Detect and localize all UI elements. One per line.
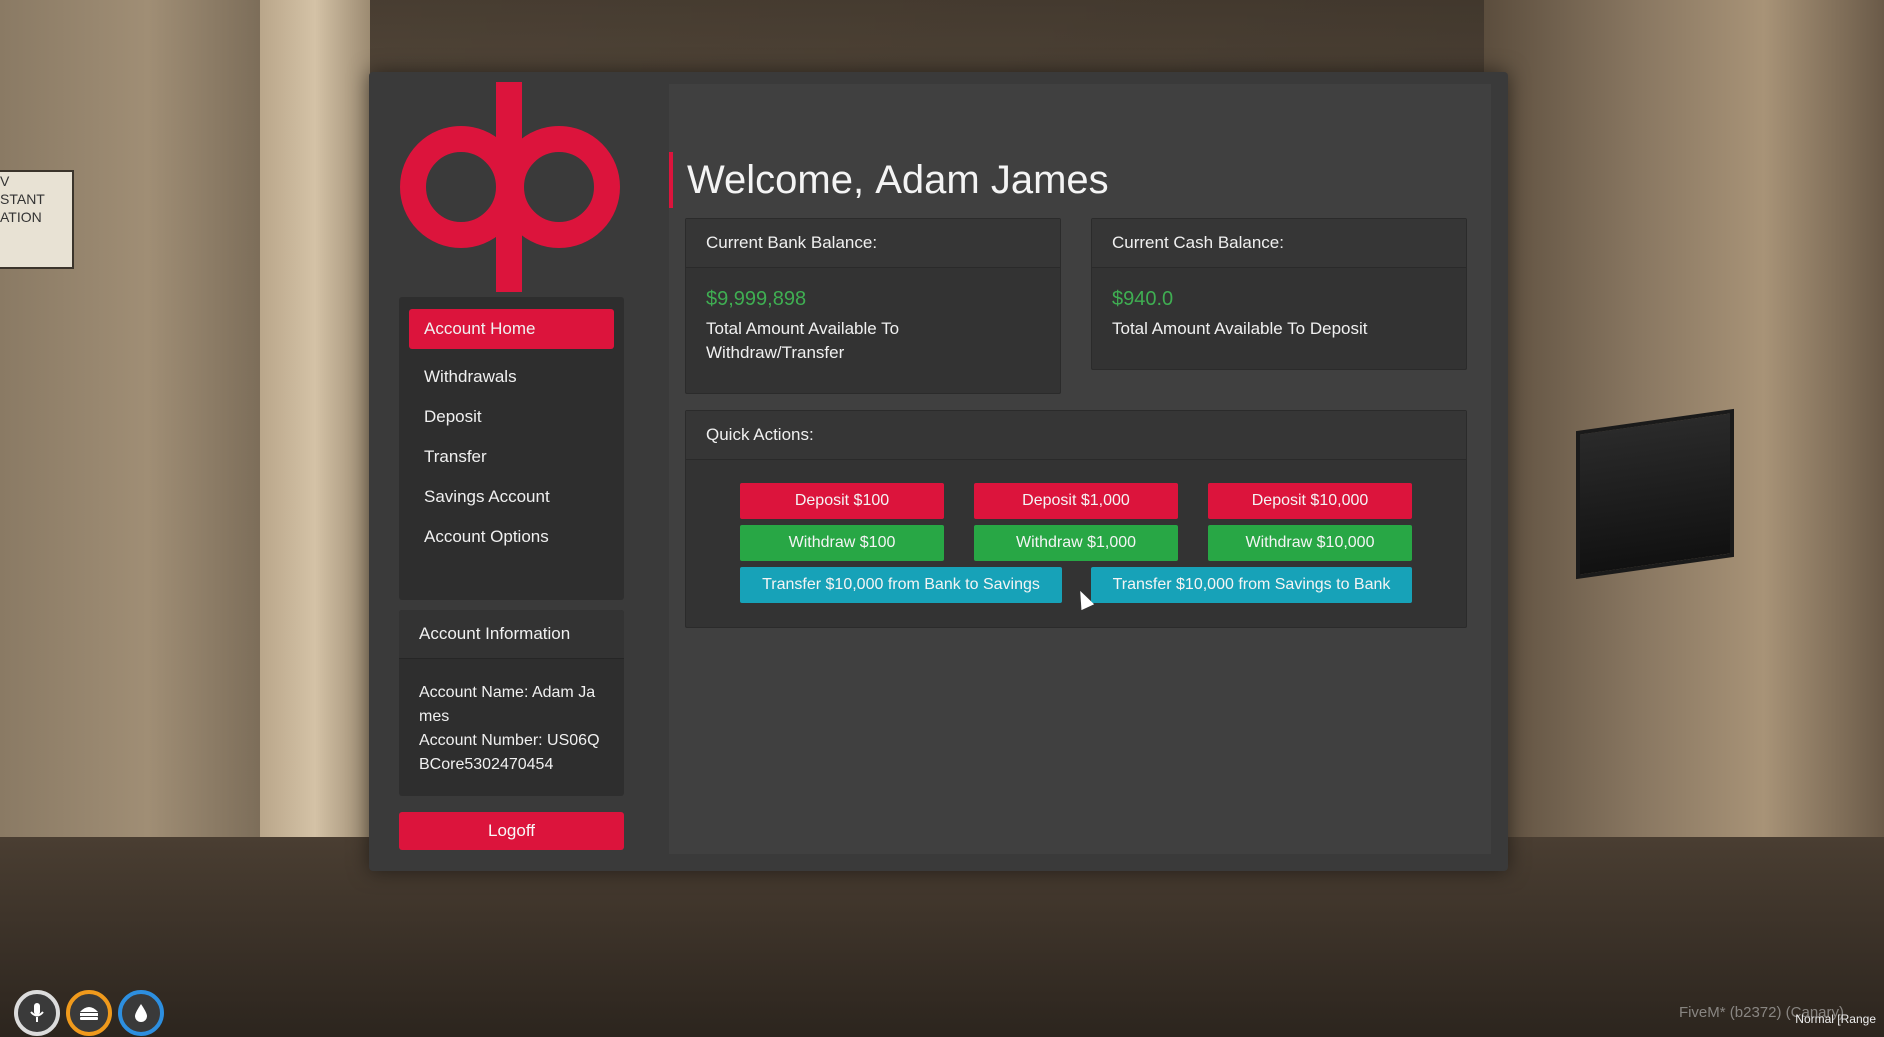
sign-line: STANT bbox=[0, 191, 45, 207]
water-drop-icon bbox=[118, 990, 164, 1036]
cash-balance-subtitle: Total Amount Available To Deposit bbox=[1112, 319, 1368, 338]
withdraw-1000-button[interactable]: Withdraw $1,000 bbox=[974, 525, 1178, 561]
deposit-10000-button[interactable]: Deposit $10,000 bbox=[1208, 483, 1412, 519]
sidebar-item-transfer[interactable]: Transfer bbox=[409, 437, 614, 477]
account-information-title: Account Information bbox=[399, 610, 624, 659]
sign-line: ATION bbox=[0, 209, 42, 225]
deposit-1000-button[interactable]: Deposit $1,000 bbox=[974, 483, 1178, 519]
account-name: Account Name: Adam James bbox=[419, 684, 596, 725]
microphone-icon bbox=[14, 990, 60, 1036]
account-information-card: Account Information Account Name: Adam J… bbox=[399, 610, 624, 796]
quick-actions-title: Quick Actions: bbox=[686, 411, 1466, 460]
welcome-prefix: Welcome, bbox=[687, 158, 865, 202]
main-content: Welcome, Adam James Current Bank Balance… bbox=[669, 84, 1491, 854]
sidebar-item-account-home[interactable]: Account Home bbox=[409, 309, 614, 349]
bank-balance-card: Current Bank Balance: $9,999,898 Total A… bbox=[685, 218, 1061, 394]
sign-line: V bbox=[0, 173, 10, 189]
bank-balance-amount: $9,999,898 bbox=[706, 288, 807, 310]
sidebar-nav: Account Home Withdrawals Deposit Transfe… bbox=[399, 297, 624, 600]
transfer-to-savings-button[interactable]: Transfer $10,000 from Bank to Savings bbox=[740, 567, 1062, 603]
transfer-to-bank-button[interactable]: Transfer $10,000 from Savings to Bank bbox=[1091, 567, 1412, 603]
page-title: Welcome, Adam James bbox=[669, 152, 1109, 208]
deposit-100-button[interactable]: Deposit $100 bbox=[740, 483, 944, 519]
welcome-user-name: Adam James bbox=[875, 158, 1109, 202]
sidebar-item-savings-account[interactable]: Savings Account bbox=[409, 477, 614, 517]
cash-balance-amount: $940.0 bbox=[1112, 288, 1174, 310]
cash-balance-card: Current Cash Balance: $940.0 Total Amoun… bbox=[1091, 218, 1467, 370]
background-pillar-highlight bbox=[260, 0, 370, 900]
withdraw-10000-button[interactable]: Withdraw $10,000 bbox=[1208, 525, 1412, 561]
account-information-body: Account Name: Adam James Account Number:… bbox=[399, 659, 624, 777]
logoff-button[interactable]: Logoff bbox=[399, 812, 624, 850]
bank-balance-title: Current Bank Balance: bbox=[686, 219, 1060, 268]
qb-logo bbox=[400, 82, 620, 292]
background-sign: V STANT ATION bbox=[0, 170, 74, 269]
background-monitor bbox=[1576, 408, 1734, 580]
voice-range-badge: Normal [Range bbox=[1795, 1012, 1876, 1026]
sidebar-item-deposit[interactable]: Deposit bbox=[409, 397, 614, 437]
burger-icon bbox=[66, 990, 112, 1036]
banking-panel: Account Home Withdrawals Deposit Transfe… bbox=[369, 72, 1508, 871]
player-hud bbox=[14, 990, 164, 1036]
sidebar-item-account-options[interactable]: Account Options bbox=[409, 517, 614, 557]
withdraw-100-button[interactable]: Withdraw $100 bbox=[740, 525, 944, 561]
account-number: Account Number: US06QBCore5302470454 bbox=[419, 732, 600, 773]
sidebar-item-withdrawals[interactable]: Withdrawals bbox=[409, 357, 614, 397]
cash-balance-title: Current Cash Balance: bbox=[1092, 219, 1466, 268]
bank-balance-subtitle: Total Amount Available To Withdraw/Trans… bbox=[706, 319, 900, 362]
